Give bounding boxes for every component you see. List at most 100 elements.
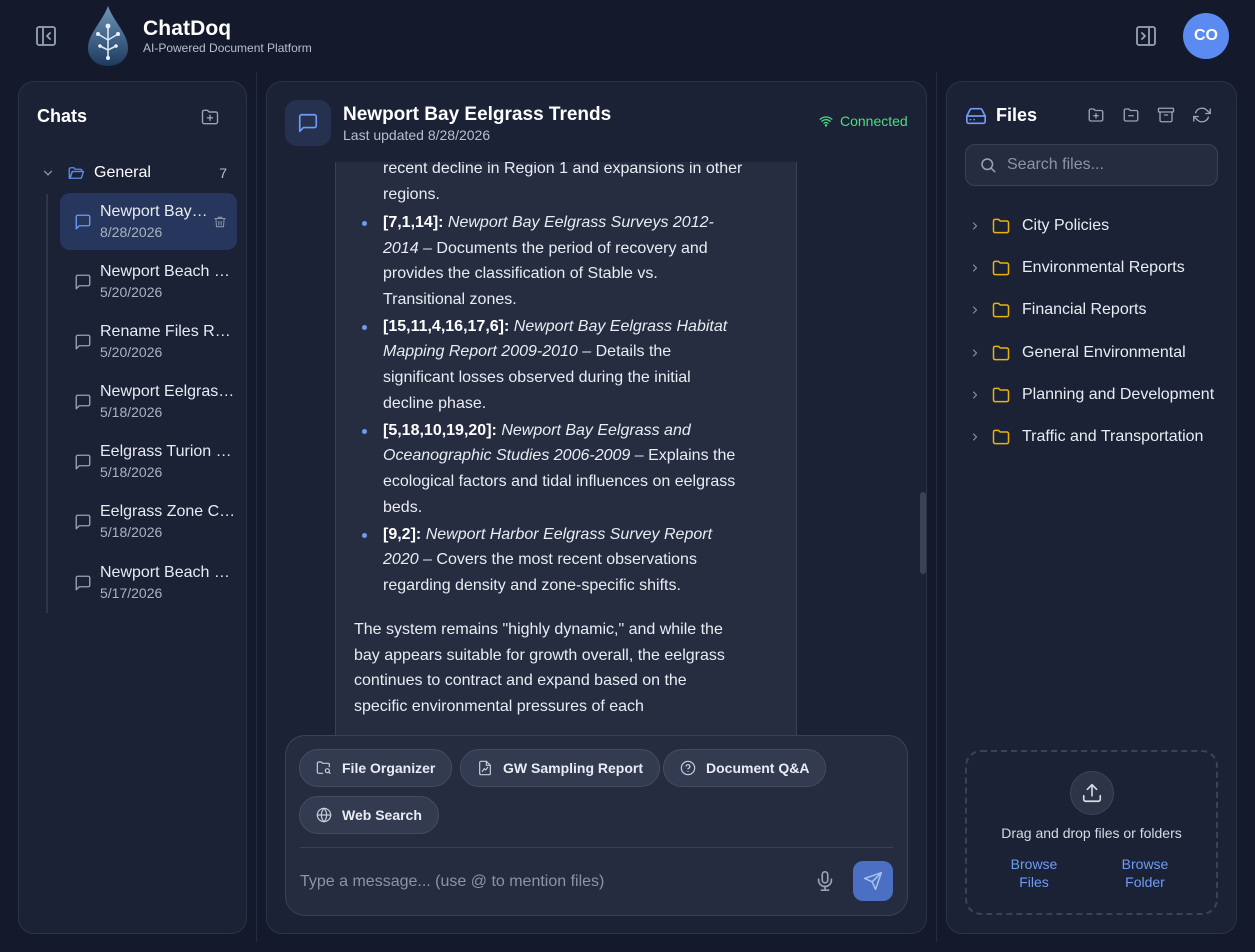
hard-drive-icon bbox=[965, 105, 987, 127]
app-tagline: AI-Powered Document Platform bbox=[143, 41, 312, 55]
chevron-right-icon[interactable] bbox=[969, 262, 981, 274]
send-button[interactable] bbox=[853, 861, 893, 901]
message-summary: The system remains "highly dynamic," and… bbox=[354, 621, 725, 715]
message-square-icon bbox=[75, 394, 91, 410]
file-folder-item[interactable]: City Policies bbox=[969, 214, 1219, 238]
chat-date: 5/18/2026 bbox=[100, 524, 163, 540]
citation-ref: [7,1,14]: bbox=[383, 214, 444, 231]
assistant-message: recent decline in Region 1 and expansion… bbox=[335, 162, 797, 797]
file-folder-item[interactable]: General Environmental bbox=[969, 341, 1219, 365]
folder-open-icon bbox=[68, 167, 85, 179]
message-square-icon bbox=[75, 334, 91, 350]
chat-title: Newport Beach Eelgrass bbox=[100, 263, 237, 280]
chat-folder-general[interactable]: General 7 bbox=[41, 162, 227, 184]
citation-list: [7,1,14]: Newport Bay Eelgrass Surveys 2… bbox=[336, 210, 736, 600]
status-text: Connected bbox=[840, 113, 908, 129]
message-list[interactable]: recent decline in Region 1 and expansion… bbox=[267, 162, 926, 797]
chat-title: Rename Files Request bbox=[100, 323, 237, 340]
chat-title-heading: Newport Bay Eelgrass Trends bbox=[343, 104, 612, 125]
refresh-icon[interactable] bbox=[1193, 106, 1211, 124]
connection-status: Connected bbox=[819, 113, 908, 129]
file-dropzone[interactable]: Drag and drop files or folders Browse Fi… bbox=[965, 750, 1218, 915]
tree-line bbox=[46, 194, 48, 613]
document-qa-button[interactable]: Document Q&A bbox=[663, 749, 827, 787]
chat-date: 5/20/2026 bbox=[100, 284, 163, 300]
chats-sidebar: Chats General 7 Newport Bay Eelgrass Tre… bbox=[18, 81, 247, 934]
trash-icon[interactable] bbox=[213, 215, 227, 229]
message-input[interactable] bbox=[300, 862, 800, 902]
file-folder-item[interactable]: Environmental Reports bbox=[969, 256, 1219, 280]
chevron-right-icon[interactable] bbox=[969, 389, 981, 401]
chat-date: 5/18/2026 bbox=[100, 464, 163, 480]
microphone-icon[interactable] bbox=[814, 870, 836, 892]
new-chat-folder-icon[interactable] bbox=[200, 107, 220, 127]
app-name: ChatDoq bbox=[143, 17, 232, 40]
chat-list-item[interactable]: Newport Beach Surveys 5/17/2026 bbox=[60, 554, 237, 611]
chat-panel: Newport Bay Eelgrass Trends Last updated… bbox=[266, 81, 927, 934]
file-folder-item[interactable]: Financial Reports bbox=[969, 298, 1219, 322]
chat-date: 5/17/2026 bbox=[100, 585, 163, 601]
chat-list-item[interactable]: Newport Beach Eelgrass 5/20/2026 bbox=[60, 253, 237, 310]
folder-label: Financial Reports bbox=[1022, 301, 1147, 318]
chevron-right-icon[interactable] bbox=[969, 347, 981, 359]
message-square-icon bbox=[75, 214, 91, 230]
send-icon bbox=[863, 871, 883, 891]
chat-title: Newport Bay Eelgrass Trends bbox=[100, 203, 209, 220]
folder-icon bbox=[992, 302, 1010, 318]
new-file-icon[interactable] bbox=[1087, 106, 1105, 124]
chat-list-item[interactable]: Newport Eelgrass Zones 5/18/2026 bbox=[60, 373, 237, 430]
chat-list-item[interactable]: Newport Bay Eelgrass Trends 8/28/2026 bbox=[60, 193, 237, 250]
message-square-icon bbox=[75, 274, 91, 290]
chat-title: Eelgrass Turion Density bbox=[100, 443, 237, 460]
folder-icon bbox=[992, 345, 1010, 361]
folder-search-icon bbox=[316, 761, 331, 774]
folder-name: General bbox=[94, 164, 151, 181]
folder-label: Planning and Development bbox=[1022, 386, 1215, 403]
folder-icon bbox=[992, 387, 1010, 403]
chat-title: Newport Beach Surveys bbox=[100, 564, 237, 581]
browse-files-link[interactable]: Browse Files bbox=[994, 855, 1074, 891]
file-folder-item[interactable]: Traffic and Transportation bbox=[969, 425, 1219, 449]
chip-label: GW Sampling Report bbox=[503, 760, 643, 776]
folder-icon bbox=[992, 260, 1010, 276]
web-search-button[interactable]: Web Search bbox=[299, 796, 439, 834]
search-icon bbox=[981, 158, 996, 173]
chats-title: Chats bbox=[37, 106, 88, 126]
chip-label: Document Q&A bbox=[706, 760, 810, 776]
globe-icon bbox=[316, 807, 332, 823]
collapse-sidebar-icon[interactable] bbox=[34, 24, 58, 48]
chat-list-item[interactable]: Eelgrass Turion Density 5/18/2026 bbox=[60, 433, 237, 490]
chat-title: Eelgrass Zone Classification bbox=[100, 503, 237, 520]
scrollbar-thumb[interactable] bbox=[920, 492, 926, 574]
divider bbox=[300, 847, 893, 848]
chevron-right-icon[interactable] bbox=[969, 304, 981, 316]
toggle-files-panel-icon[interactable] bbox=[1134, 24, 1158, 48]
divider bbox=[256, 72, 257, 942]
chat-list-item[interactable]: Rename Files Request 5/20/2026 bbox=[60, 313, 237, 370]
citation-item: [5,18,10,19,20]: Newport Bay Eelgrass an… bbox=[336, 418, 736, 520]
file-search-input[interactable] bbox=[1007, 156, 1207, 174]
chevron-right-icon[interactable] bbox=[969, 431, 981, 443]
chatdoq-logo bbox=[84, 4, 132, 68]
archive-icon[interactable] bbox=[1157, 106, 1175, 124]
new-folder-icon[interactable] bbox=[1122, 106, 1140, 124]
chart-file-icon bbox=[479, 760, 491, 776]
file-folder-item[interactable]: Planning and Development bbox=[969, 383, 1219, 407]
chip-label: Web Search bbox=[342, 807, 422, 823]
chevron-down-icon[interactable] bbox=[41, 166, 55, 180]
message-square-icon bbox=[75, 454, 91, 470]
chat-list-item[interactable]: Eelgrass Zone Classification 5/18/2026 bbox=[60, 493, 237, 550]
file-organizer-button[interactable]: File Organizer bbox=[299, 749, 453, 787]
user-avatar[interactable]: CO bbox=[1183, 13, 1229, 59]
files-title: Files bbox=[996, 105, 1038, 125]
last-updated: Last updated 8/28/2026 bbox=[343, 127, 491, 143]
file-search[interactable] bbox=[965, 144, 1218, 186]
chevron-right-icon[interactable] bbox=[969, 220, 981, 232]
gw-sampling-report-button[interactable]: GW Sampling Report bbox=[460, 749, 660, 787]
divider bbox=[936, 72, 937, 942]
citation-ref: [5,18,10,19,20]: bbox=[383, 421, 497, 439]
browse-folder-link[interactable]: Browse Folder bbox=[1105, 855, 1185, 891]
citation-item: [9,2]: Newport Harbor Eelgrass Survey Re… bbox=[336, 522, 736, 599]
files-panel: Files City Policies Environmental Report… bbox=[946, 81, 1237, 934]
upload-icon[interactable] bbox=[1070, 771, 1114, 815]
